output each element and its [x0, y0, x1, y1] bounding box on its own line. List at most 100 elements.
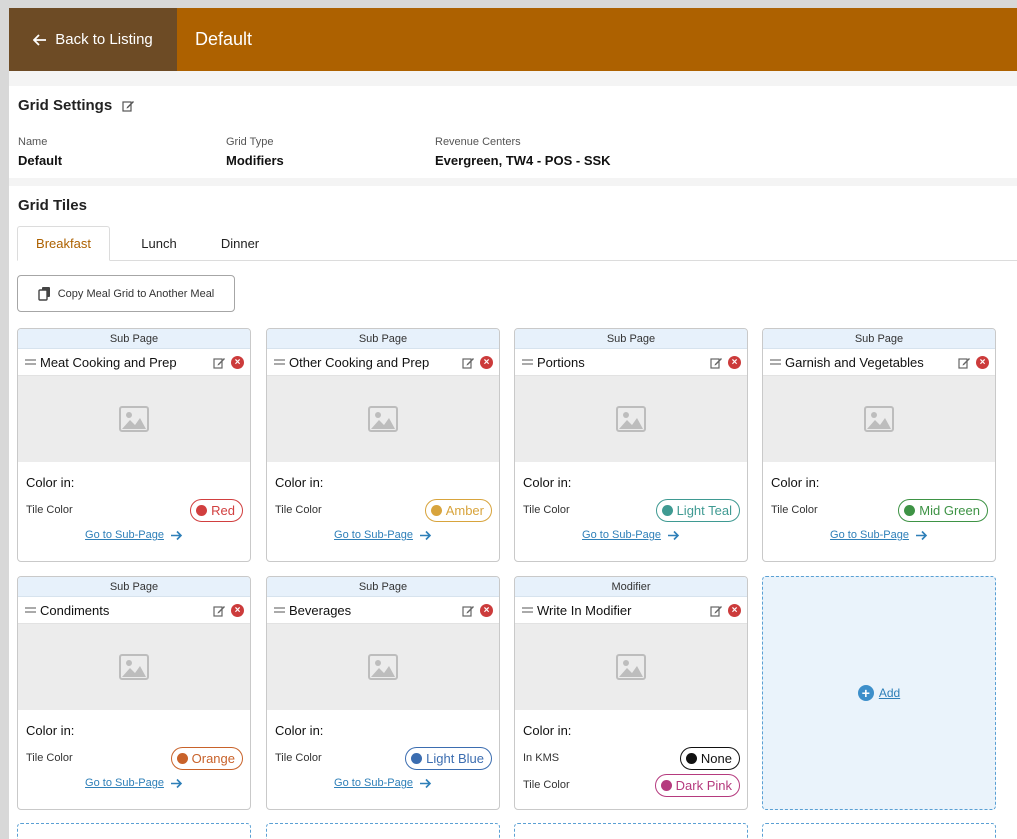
color-name: Amber [445, 503, 484, 518]
tile-image [267, 376, 499, 462]
delete-icon[interactable]: × [728, 356, 741, 369]
grid-settings-title: Grid Settings [18, 97, 113, 114]
delete-icon[interactable]: × [480, 356, 493, 369]
color-name: Light Teal [676, 503, 732, 518]
color-swatch-icon [196, 505, 208, 516]
tab-lunch[interactable]: Lunch [119, 226, 199, 261]
color-row-label: Tile Color [523, 779, 570, 791]
edit-icon[interactable] [462, 604, 475, 617]
tile-card[interactable]: Sub Page Garnish and Vegetables × Color in:… [762, 328, 996, 562]
color-in-heading: Color in: [771, 475, 820, 490]
grid-type-label: Grid Type [226, 136, 274, 148]
drag-handle-icon[interactable] [25, 607, 36, 613]
tile-name: Beverages [289, 602, 352, 618]
color-pill[interactable]: Light Teal [655, 499, 740, 522]
color-swatch-icon [176, 753, 188, 764]
color-pill[interactable]: Orange [170, 747, 243, 770]
edit-icon[interactable] [122, 99, 135, 112]
meal-tabs: Breakfast Lunch Dinner [17, 226, 1017, 261]
drag-handle-icon[interactable] [274, 359, 285, 365]
color-row-label: Tile Color [26, 504, 73, 516]
tile-type: Sub Page [267, 329, 499, 349]
color-pill[interactable]: Mid Green [898, 499, 988, 522]
tile-card[interactable]: Sub Page Portions × Color in: Tile Color Ligh… [514, 328, 748, 562]
tile-image [267, 624, 499, 710]
delete-icon[interactable]: × [231, 356, 244, 369]
color-pill[interactable]: None [679, 747, 740, 770]
go-to-sub-page-link[interactable]: Go to Sub-Page [267, 777, 499, 789]
drag-handle-icon[interactable] [770, 359, 781, 365]
tile-name: Condiments [40, 602, 110, 618]
next-row-tile [17, 823, 251, 839]
go-to-sub-page-link[interactable]: Go to Sub-Page [267, 529, 499, 541]
color-name: Red [211, 503, 235, 518]
tile-header: Garnish and Vegetables × [763, 349, 995, 376]
image-placeholder-icon [368, 406, 398, 432]
tile-image [515, 376, 747, 462]
go-to-sub-page-label: Go to Sub-Page [85, 529, 164, 541]
name-label: Name [18, 136, 48, 148]
tile-card[interactable]: Sub Page Beverages × Color in: Tile Color Lig… [266, 576, 500, 810]
grid-type-value: Modifiers [226, 153, 284, 168]
edit-icon[interactable] [213, 356, 226, 369]
color-swatch-icon [661, 505, 673, 516]
edit-icon[interactable] [710, 356, 723, 369]
edit-icon[interactable] [213, 604, 226, 617]
delete-icon[interactable]: × [976, 356, 989, 369]
drag-handle-icon[interactable] [25, 359, 36, 365]
edit-icon[interactable] [958, 356, 971, 369]
color-pill[interactable]: Amber [424, 499, 492, 522]
grid-tiles-panel: Grid Tiles Breakfast Lunch Dinner Copy M… [9, 186, 1017, 839]
delete-icon[interactable]: × [231, 604, 244, 617]
go-to-sub-page-link[interactable]: Go to Sub-Page [763, 529, 995, 541]
tile-name: Write In Modifier [537, 602, 632, 618]
tile-card[interactable]: Sub Page Meat Cooking and Prep × Color in: T… [17, 328, 251, 562]
tile-name: Meat Cooking and Prep [40, 354, 177, 370]
name-value: Default [18, 153, 63, 168]
color-pill[interactable]: Red [190, 499, 243, 522]
edit-icon[interactable] [710, 604, 723, 617]
drag-handle-icon[interactable] [522, 607, 533, 613]
add-tile-button[interactable]: + Add [762, 576, 996, 810]
arrow-right-icon [915, 530, 928, 540]
color-swatch-icon [660, 780, 672, 791]
go-to-sub-page-label: Go to Sub-Page [334, 777, 413, 789]
revenue-centers-value: Evergreen, TW4 - POS - SSK [435, 153, 611, 168]
go-to-sub-page-label: Go to Sub-Page [85, 777, 164, 789]
go-to-sub-page-link[interactable]: Go to Sub-Page [515, 529, 747, 541]
back-to-listing-button[interactable]: Back to Listing [9, 8, 177, 71]
arrow-right-icon [419, 778, 432, 788]
drag-handle-icon[interactable] [274, 607, 285, 613]
tile-card[interactable]: Modifier Write In Modifier × Color in: In KM… [514, 576, 748, 810]
tile-type: Sub Page [515, 329, 747, 349]
tile-header: Meat Cooking and Prep × [18, 349, 250, 376]
tile-card[interactable]: Sub Page Condiments × Color in: Tile Color Or… [17, 576, 251, 810]
color-pill[interactable]: Dark Pink [654, 774, 740, 797]
color-swatch-icon [904, 505, 916, 516]
tab-dinner[interactable]: Dinner [199, 226, 281, 261]
color-name: Dark Pink [675, 778, 732, 793]
grid-settings-heading: Grid Settings [18, 97, 135, 114]
tile-image [515, 624, 747, 710]
color-swatch-icon [411, 753, 423, 764]
color-pill[interactable]: Light Blue [405, 747, 492, 770]
arrow-right-icon [170, 530, 183, 540]
tile-card[interactable]: Sub Page Other Cooking and Prep × Color in:… [266, 328, 500, 562]
arrow-left-icon [33, 33, 47, 46]
edit-icon[interactable] [462, 356, 475, 369]
delete-icon[interactable]: × [728, 604, 741, 617]
color-in-heading: Color in: [26, 475, 75, 490]
image-placeholder-icon [616, 654, 646, 680]
copy-meal-grid-button[interactable]: Copy Meal Grid to Another Meal [17, 275, 235, 312]
go-to-sub-page-link[interactable]: Go to Sub-Page [18, 529, 250, 541]
drag-handle-icon[interactable] [522, 359, 533, 365]
tile-name: Portions [537, 354, 585, 370]
go-to-sub-page-link[interactable]: Go to Sub-Page [18, 777, 250, 789]
go-to-sub-page-label: Go to Sub-Page [830, 529, 909, 541]
tab-breakfast[interactable]: Breakfast [17, 226, 110, 261]
color-in-heading: Color in: [275, 723, 324, 738]
delete-icon[interactable]: × [480, 604, 493, 617]
add-tile-label: Add [878, 686, 901, 700]
go-to-sub-page-label: Go to Sub-Page [582, 529, 661, 541]
copy-icon [38, 287, 50, 301]
